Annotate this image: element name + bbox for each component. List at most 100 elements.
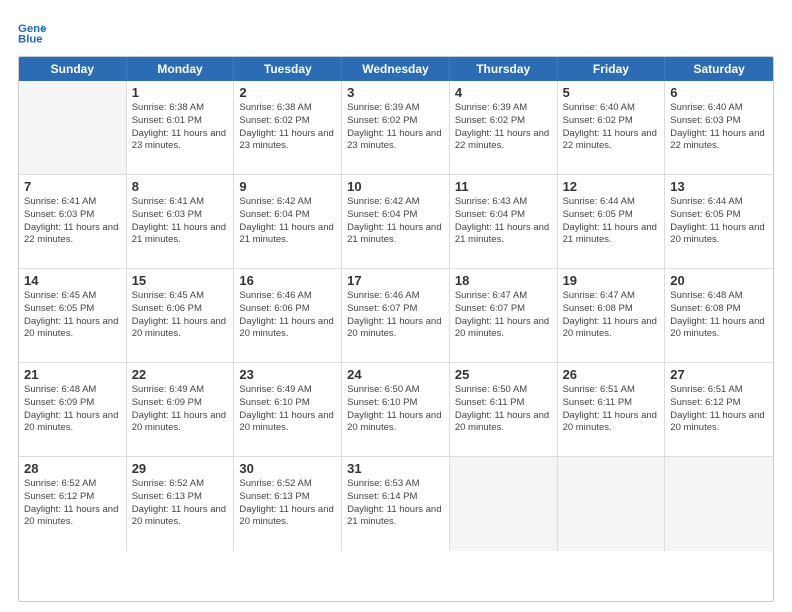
day-number: 3 xyxy=(347,85,444,100)
weekday-header-wednesday: Wednesday xyxy=(342,57,450,81)
calendar-cell: 15 Sunrise: 6:45 AMSunset: 6:06 PMDayligh… xyxy=(127,269,235,362)
cell-sun-info: Sunrise: 6:42 AMSunset: 6:04 PMDaylight:… xyxy=(239,196,336,247)
weekday-header-tuesday: Tuesday xyxy=(234,57,342,81)
day-number: 6 xyxy=(670,85,768,100)
calendar-cell: 14 Sunrise: 6:45 AMSunset: 6:05 PMDayligh… xyxy=(19,269,127,362)
calendar-cell xyxy=(665,457,773,551)
day-number: 12 xyxy=(563,179,660,194)
cell-sun-info: Sunrise: 6:38 AMSunset: 6:01 PMDaylight:… xyxy=(132,102,229,153)
cell-sun-info: Sunrise: 6:43 AMSunset: 6:04 PMDaylight:… xyxy=(455,196,552,247)
calendar-cell xyxy=(450,457,558,551)
cell-sun-info: Sunrise: 6:51 AMSunset: 6:12 PMDaylight:… xyxy=(670,384,768,435)
day-number: 28 xyxy=(24,461,121,476)
cell-sun-info: Sunrise: 6:52 AMSunset: 6:13 PMDaylight:… xyxy=(239,478,336,529)
cell-sun-info: Sunrise: 6:46 AMSunset: 6:06 PMDaylight:… xyxy=(239,290,336,341)
cell-sun-info: Sunrise: 6:51 AMSunset: 6:11 PMDaylight:… xyxy=(563,384,660,435)
cell-sun-info: Sunrise: 6:39 AMSunset: 6:02 PMDaylight:… xyxy=(347,102,444,153)
header: General Blue xyxy=(18,18,774,46)
day-number: 14 xyxy=(24,273,121,288)
cell-sun-info: Sunrise: 6:49 AMSunset: 6:10 PMDaylight:… xyxy=(239,384,336,435)
calendar-cell: 1Sunrise: 6:38 AMSunset: 6:01 PMDaylight… xyxy=(127,81,235,174)
cell-sun-info: Sunrise: 6:44 AMSunset: 6:05 PMDaylight:… xyxy=(670,196,768,247)
cell-sun-info: Sunrise: 6:53 AMSunset: 6:14 PMDaylight:… xyxy=(347,478,444,529)
day-number: 17 xyxy=(347,273,444,288)
calendar-cell: 16 Sunrise: 6:46 AMSunset: 6:06 PMDayligh… xyxy=(234,269,342,362)
logo: General Blue xyxy=(18,18,48,46)
day-number: 20 xyxy=(670,273,768,288)
day-number: 11 xyxy=(455,179,552,194)
day-number: 15 xyxy=(132,273,229,288)
day-number: 7 xyxy=(24,179,121,194)
day-number: 29 xyxy=(132,461,229,476)
calendar-row-1: 7 Sunrise: 6:41 AMSunset: 6:03 PMDaylight… xyxy=(19,175,773,269)
cell-sun-info: Sunrise: 6:40 AMSunset: 6:02 PMDaylight:… xyxy=(563,102,660,153)
calendar-row-4: 28 Sunrise: 6:52 AMSunset: 6:12 PMDayligh… xyxy=(19,457,773,551)
cell-sun-info: Sunrise: 6:45 AMSunset: 6:05 PMDaylight:… xyxy=(24,290,121,341)
calendar-cell: 29 Sunrise: 6:52 AMSunset: 6:13 PMDayligh… xyxy=(127,457,235,551)
calendar-row-0: 1Sunrise: 6:38 AMSunset: 6:01 PMDaylight… xyxy=(19,81,773,175)
calendar-cell: 17Sunrise: 6:46 AMSunset: 6:07 PMDayligh… xyxy=(342,269,450,362)
cell-sun-info: Sunrise: 6:41 AMSunset: 6:03 PMDaylight:… xyxy=(24,196,121,247)
day-number: 2 xyxy=(239,85,336,100)
day-number: 16 xyxy=(239,273,336,288)
calendar-cell: 7 Sunrise: 6:41 AMSunset: 6:03 PMDaylight… xyxy=(19,175,127,268)
calendar-cell: 8 Sunrise: 6:41 AMSunset: 6:03 PMDaylight… xyxy=(127,175,235,268)
cell-sun-info: Sunrise: 6:47 AMSunset: 6:07 PMDaylight:… xyxy=(455,290,552,341)
cell-sun-info: Sunrise: 6:41 AMSunset: 6:03 PMDaylight:… xyxy=(132,196,229,247)
day-number: 8 xyxy=(132,179,229,194)
cell-sun-info: Sunrise: 6:38 AMSunset: 6:02 PMDaylight:… xyxy=(239,102,336,153)
calendar-cell: 6 Sunrise: 6:40 AMSunset: 6:03 PMDaylight… xyxy=(665,81,773,174)
cell-sun-info: Sunrise: 6:50 AMSunset: 6:11 PMDaylight:… xyxy=(455,384,552,435)
logo-icon: General Blue xyxy=(18,18,46,46)
cell-sun-info: Sunrise: 6:48 AMSunset: 6:09 PMDaylight:… xyxy=(24,384,121,435)
calendar-cell: 19 Sunrise: 6:47 AMSunset: 6:08 PMDayligh… xyxy=(558,269,666,362)
calendar-cell: 27 Sunrise: 6:51 AMSunset: 6:12 PMDayligh… xyxy=(665,363,773,456)
weekday-header-saturday: Saturday xyxy=(665,57,773,81)
calendar-cell xyxy=(19,81,127,174)
day-number: 31 xyxy=(347,461,444,476)
calendar-header: SundayMondayTuesdayWednesdayThursdayFrid… xyxy=(19,57,773,81)
calendar-cell: 28 Sunrise: 6:52 AMSunset: 6:12 PMDayligh… xyxy=(19,457,127,551)
day-number: 10 xyxy=(347,179,444,194)
calendar-cell: 2 Sunrise: 6:38 AMSunset: 6:02 PMDaylight… xyxy=(234,81,342,174)
calendar-cell: 25 Sunrise: 6:50 AMSunset: 6:11 PMDayligh… xyxy=(450,363,558,456)
cell-sun-info: Sunrise: 6:50 AMSunset: 6:10 PMDaylight:… xyxy=(347,384,444,435)
cell-sun-info: Sunrise: 6:39 AMSunset: 6:02 PMDaylight:… xyxy=(455,102,552,153)
calendar-cell: 13 Sunrise: 6:44 AMSunset: 6:05 PMDayligh… xyxy=(665,175,773,268)
day-number: 30 xyxy=(239,461,336,476)
day-number: 26 xyxy=(563,367,660,382)
calendar-cell: 4Sunrise: 6:39 AMSunset: 6:02 PMDaylight… xyxy=(450,81,558,174)
day-number: 5 xyxy=(563,85,660,100)
svg-text:Blue: Blue xyxy=(18,34,43,46)
weekday-header-sunday: Sunday xyxy=(19,57,127,81)
cell-sun-info: Sunrise: 6:44 AMSunset: 6:05 PMDaylight:… xyxy=(563,196,660,247)
cell-sun-info: Sunrise: 6:47 AMSunset: 6:08 PMDaylight:… xyxy=(563,290,660,341)
cell-sun-info: Sunrise: 6:48 AMSunset: 6:08 PMDaylight:… xyxy=(670,290,768,341)
page: General Blue SundayMondayTuesdayWednesda… xyxy=(0,0,792,612)
calendar-row-2: 14 Sunrise: 6:45 AMSunset: 6:05 PMDayligh… xyxy=(19,269,773,363)
day-number: 27 xyxy=(670,367,768,382)
day-number: 25 xyxy=(455,367,552,382)
weekday-header-thursday: Thursday xyxy=(450,57,558,81)
calendar-cell: 24 Sunrise: 6:50 AMSunset: 6:10 PMDayligh… xyxy=(342,363,450,456)
calendar-cell: 30 Sunrise: 6:52 AMSunset: 6:13 PMDayligh… xyxy=(234,457,342,551)
cell-sun-info: Sunrise: 6:49 AMSunset: 6:09 PMDaylight:… xyxy=(132,384,229,435)
cell-sun-info: Sunrise: 6:52 AMSunset: 6:13 PMDaylight:… xyxy=(132,478,229,529)
day-number: 13 xyxy=(670,179,768,194)
day-number: 23 xyxy=(239,367,336,382)
calendar: SundayMondayTuesdayWednesdayThursdayFrid… xyxy=(18,56,774,602)
cell-sun-info: Sunrise: 6:42 AMSunset: 6:04 PMDaylight:… xyxy=(347,196,444,247)
calendar-cell: 3 Sunrise: 6:39 AMSunset: 6:02 PMDaylight… xyxy=(342,81,450,174)
calendar-cell: 26 Sunrise: 6:51 AMSunset: 6:11 PMDayligh… xyxy=(558,363,666,456)
calendar-cell: 18Sunrise: 6:47 AMSunset: 6:07 PMDayligh… xyxy=(450,269,558,362)
calendar-cell: 23 Sunrise: 6:49 AMSunset: 6:10 PMDayligh… xyxy=(234,363,342,456)
cell-sun-info: Sunrise: 6:52 AMSunset: 6:12 PMDaylight:… xyxy=(24,478,121,529)
day-number: 19 xyxy=(563,273,660,288)
cell-sun-info: Sunrise: 6:45 AMSunset: 6:06 PMDaylight:… xyxy=(132,290,229,341)
calendar-cell: 10 Sunrise: 6:42 AMSunset: 6:04 PMDayligh… xyxy=(342,175,450,268)
calendar-body: 1Sunrise: 6:38 AMSunset: 6:01 PMDaylight… xyxy=(19,81,773,551)
cell-sun-info: Sunrise: 6:40 AMSunset: 6:03 PMDaylight:… xyxy=(670,102,768,153)
day-number: 21 xyxy=(24,367,121,382)
calendar-cell: 11 Sunrise: 6:43 AMSunset: 6:04 PMDayligh… xyxy=(450,175,558,268)
day-number: 24 xyxy=(347,367,444,382)
